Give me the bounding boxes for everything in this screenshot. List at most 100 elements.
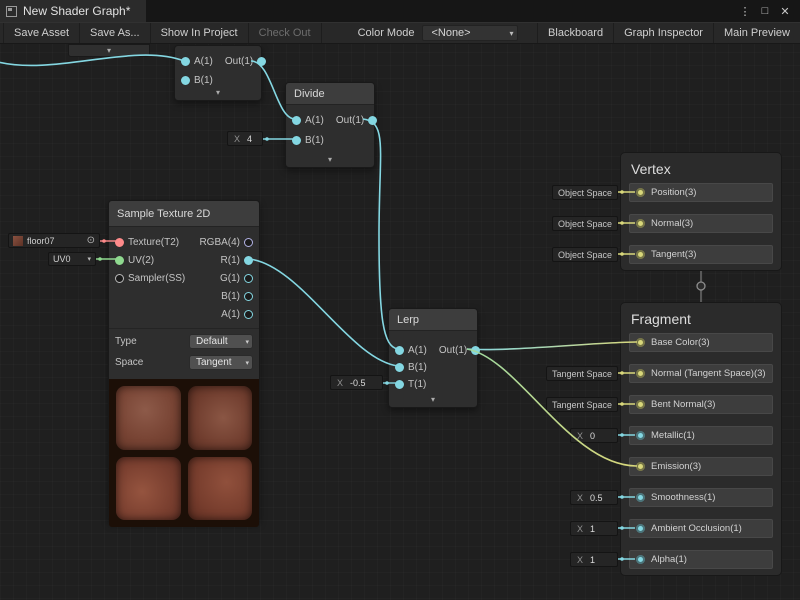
alpha-row[interactable]: Alpha(1): [629, 550, 773, 569]
smoothness-row[interactable]: Smoothness(1): [629, 488, 773, 507]
position-port[interactable]: [636, 188, 645, 197]
sample-output-a[interactable]: A(1): [193, 307, 259, 321]
metallic-value-field[interactable]: X 0: [570, 428, 618, 443]
port-dot[interactable]: [257, 57, 266, 66]
node-sample-texture-2d[interactable]: Sample Texture 2D Texture(T2) UV(2) Samp…: [108, 200, 260, 522]
sample-input-uv[interactable]: UV(2): [109, 253, 191, 267]
lerp-input-b[interactable]: B(1): [389, 360, 433, 374]
window-menu-icon[interactable]: ⋮: [736, 5, 754, 18]
position-space-widget[interactable]: Object Space: [552, 185, 618, 200]
port-dot[interactable]: [181, 76, 190, 85]
space-dropdown[interactable]: Tangent ▾: [189, 355, 253, 370]
metallic-port[interactable]: [636, 431, 645, 440]
vertex-context-node[interactable]: Vertex Position(3) Normal(3) Tangent(3): [620, 152, 782, 271]
texture-asset-field[interactable]: floor07 ⊙: [8, 233, 100, 248]
lerp-input-a[interactable]: A(1): [389, 343, 433, 357]
alpha-port[interactable]: [636, 555, 645, 564]
port-dot[interactable]: [368, 116, 377, 125]
collapse-preview-chevron[interactable]: ▾: [287, 153, 373, 166]
graph-canvas[interactable]: ▾ A(1) B(1) Out(1): [0, 0, 800, 600]
ambient-occlusion-row[interactable]: Ambient Occlusion(1): [629, 519, 773, 538]
divide-b-value-field[interactable]: X 4: [227, 131, 263, 146]
port-dot[interactable]: [181, 57, 190, 66]
math-output-out[interactable]: Out(1): [219, 54, 272, 68]
port-dot[interactable]: [244, 310, 253, 319]
metallic-row[interactable]: Metallic(1): [629, 426, 773, 445]
sample-input-sampler[interactable]: Sampler(SS): [109, 271, 191, 285]
sample-output-g[interactable]: G(1): [193, 271, 259, 285]
math-input-b[interactable]: B(1): [175, 73, 219, 87]
type-dropdown[interactable]: Default ▾: [189, 334, 253, 349]
port-dot[interactable]: [395, 346, 404, 355]
lerp-output-out[interactable]: Out(1): [433, 343, 486, 357]
save-as-button[interactable]: Save As...: [80, 23, 151, 43]
port-dot[interactable]: [395, 363, 404, 372]
vertex-normal-row[interactable]: Normal(3): [629, 214, 773, 233]
divide-output-out[interactable]: Out(1): [330, 113, 383, 127]
save-asset-button[interactable]: Save Asset: [3, 23, 80, 43]
show-in-project-button[interactable]: Show In Project: [151, 23, 249, 43]
port-dot[interactable]: [115, 256, 124, 265]
base-color-port[interactable]: [636, 338, 645, 347]
port-dot[interactable]: [244, 256, 253, 265]
divide-input-b[interactable]: B(1): [286, 133, 330, 147]
port-dot[interactable]: [115, 238, 124, 247]
emission-port[interactable]: [636, 462, 645, 471]
maximize-icon[interactable]: □: [756, 5, 774, 17]
color-mode-dropdown[interactable]: <None> ▾: [422, 25, 518, 41]
port-dot[interactable]: [244, 238, 253, 247]
graph-inspector-toggle-button[interactable]: Graph Inspector: [613, 23, 713, 43]
field-value[interactable]: 4: [247, 134, 252, 144]
bent-normal-port[interactable]: [636, 400, 645, 409]
field-value[interactable]: 0: [590, 431, 595, 441]
port-dot[interactable]: [395, 380, 404, 389]
collapsed-node-bar[interactable]: ▾: [68, 44, 150, 57]
smoothness-port[interactable]: [636, 493, 645, 502]
field-value[interactable]: 1: [590, 524, 595, 534]
field-value[interactable]: 1: [590, 555, 595, 565]
tangent-port[interactable]: [636, 250, 645, 259]
node-title[interactable]: Lerp: [389, 309, 477, 331]
uv-channel-dropdown[interactable]: UV0 ▾: [48, 252, 96, 266]
chevron-down-icon[interactable]: ▾: [107, 46, 111, 55]
ambient-occlusion-port[interactable]: [636, 524, 645, 533]
lerp-input-t[interactable]: T(1): [389, 377, 433, 391]
blackboard-toggle-button[interactable]: Blackboard: [537, 23, 613, 43]
node-title[interactable]: Sample Texture 2D: [109, 201, 259, 227]
divide-input-a[interactable]: A(1): [286, 113, 330, 127]
port-dot[interactable]: [244, 292, 253, 301]
normal-port[interactable]: [636, 219, 645, 228]
smoothness-value-field[interactable]: X 0.5: [570, 490, 618, 505]
alpha-value-field[interactable]: X 1: [570, 552, 618, 567]
collapse-preview-chevron[interactable]: ▾: [176, 86, 260, 99]
normal-space-widget[interactable]: Tangent Space: [546, 366, 618, 381]
base-color-row[interactable]: Base Color(3): [629, 333, 773, 352]
port-dot[interactable]: [292, 116, 301, 125]
sample-output-b[interactable]: B(1): [193, 289, 259, 303]
port-dot[interactable]: [471, 346, 480, 355]
stack-connector-dot[interactable]: [697, 282, 705, 290]
ambient-occlusion-value-field[interactable]: X 1: [570, 521, 618, 536]
lerp-t-value-field[interactable]: X -0.5: [330, 375, 383, 390]
vertex-tangent-row[interactable]: Tangent(3): [629, 245, 773, 264]
vertex-position-row[interactable]: Position(3): [629, 183, 773, 202]
fragment-context-node[interactable]: Fragment Base Color(3) Normal (Tangent S…: [620, 302, 782, 576]
normal-port[interactable]: [636, 369, 645, 378]
node-divide[interactable]: Divide A(1) B(1) Out(1): [285, 82, 375, 168]
tangent-space-widget[interactable]: Object Space: [552, 247, 618, 262]
wire-lerp-to-basecolor[interactable]: [467, 342, 637, 350]
wire-sample-r-to-lerp-b[interactable]: [249, 259, 398, 366]
node-lerp[interactable]: Lerp A(1) B(1) T(1): [388, 308, 478, 408]
main-preview-toggle-button[interactable]: Main Preview: [713, 23, 800, 43]
object-picker-icon[interactable]: ⊙: [87, 236, 95, 246]
field-value[interactable]: -0.5: [350, 378, 366, 388]
bent-normal-space-widget[interactable]: Tangent Space: [546, 397, 618, 412]
emission-row[interactable]: Emission(3): [629, 457, 773, 476]
bent-normal-row[interactable]: Bent Normal(3): [629, 395, 773, 414]
normal-space-widget[interactable]: Object Space: [552, 216, 618, 231]
sample-input-texture[interactable]: Texture(T2): [109, 235, 191, 249]
field-value[interactable]: 0.5: [590, 493, 603, 503]
math-input-a[interactable]: A(1): [175, 54, 219, 68]
normal-tangent-space-row[interactable]: Normal (Tangent Space)(3): [629, 364, 773, 383]
collapse-preview-chevron[interactable]: ▾: [390, 393, 476, 406]
